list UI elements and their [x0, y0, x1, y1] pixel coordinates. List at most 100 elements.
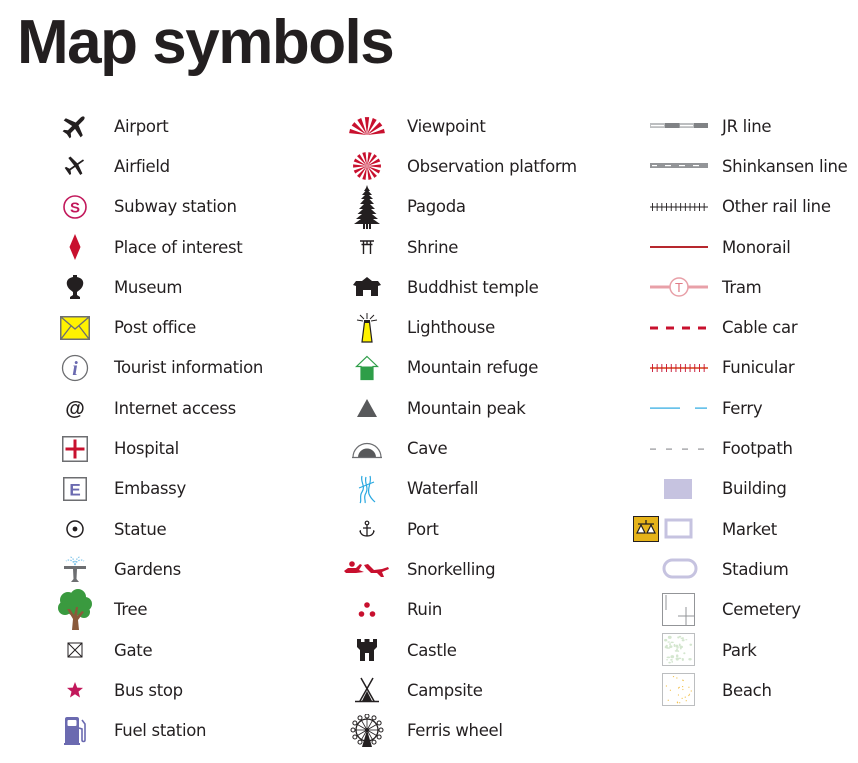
legend-item-ferris-wheel: Ferris wheel: [342, 710, 577, 750]
legend-label: Port: [407, 519, 439, 539]
legend-label: Pagoda: [407, 197, 466, 217]
tree-icon: [50, 588, 100, 630]
legend-item-hospital: Hospital: [50, 428, 263, 468]
legend-item-tourist-information: i Tourist information: [50, 348, 263, 388]
legend-item-waterfall: Waterfall: [342, 469, 577, 509]
legend-label: Beach: [722, 680, 772, 700]
legend-item-lighthouse: Lighthouse: [342, 307, 577, 347]
pagoda-icon: [342, 184, 392, 229]
legend-label: Airport: [114, 116, 169, 136]
internet-access-icon: @: [50, 391, 100, 425]
castle-icon: [342, 633, 392, 667]
legend-item-cable-car: Cable car: [632, 307, 848, 347]
legend-item-park: Park: [632, 630, 848, 670]
monorail-icon: [632, 230, 722, 264]
at-glyph: @: [65, 398, 85, 420]
legend-item-building: Building: [632, 469, 848, 509]
legend-label: Statue: [114, 519, 167, 539]
legend-item-fuel-station: Fuel station: [50, 710, 263, 750]
symbol-column-3: JR line Shinkansen line Other rail line …: [632, 106, 848, 710]
legend-label: Funicular: [722, 358, 795, 378]
legend-item-snorkelling: Snorkelling: [342, 549, 577, 589]
legend-label: Other rail line: [722, 197, 831, 217]
subway-station-icon: S: [50, 190, 100, 224]
legend-item-airport: Airport: [50, 106, 263, 146]
legend-item-market: Market: [632, 509, 848, 549]
legend-item-viewpoint: Viewpoint: [342, 106, 577, 146]
legend-item-ruin: Ruin: [342, 590, 577, 630]
bus-stop-icon: [50, 673, 100, 707]
symbol-column-2: Viewpoint Observation platform Pagoda Sh…: [342, 106, 577, 751]
ruin-icon: [342, 593, 392, 627]
legend-label: Ferry: [722, 398, 763, 418]
tram-icon: T: [632, 270, 722, 304]
legend-item-shrine: Shrine: [342, 227, 577, 267]
legend-label: Mountain peak: [407, 398, 526, 418]
legend-item-beach: Beach: [632, 670, 848, 710]
legend-label: Viewpoint: [407, 116, 486, 136]
footpath-icon: [632, 432, 722, 466]
place-of-interest-icon: [50, 230, 100, 264]
legend-label: Gardens: [114, 559, 181, 579]
viewpoint-icon: [342, 109, 392, 143]
legend-label: Park: [722, 640, 757, 660]
ferris-wheel-icon: [342, 713, 392, 748]
legend-label: Castle: [407, 640, 457, 660]
waterfall-icon: [342, 472, 392, 506]
legend-item-museum: Museum: [50, 267, 263, 307]
park-icon: [632, 633, 722, 667]
legend-item-buddhist-temple: Buddhist temple: [342, 267, 577, 307]
legend-item-statue: Statue: [50, 509, 263, 549]
legend-label: Embassy: [114, 479, 186, 499]
legend-item-mountain-refuge: Mountain refuge: [342, 348, 577, 388]
legend-item-shinkansen-line: Shinkansen line: [632, 146, 848, 186]
legend-label: Shrine: [407, 237, 459, 257]
legend-item-ferry: Ferry: [632, 388, 848, 428]
legend-label: Hospital: [114, 439, 179, 459]
legend-label: Internet access: [114, 398, 236, 418]
mountain-refuge-icon: [342, 351, 392, 385]
legend-label: Buddhist temple: [407, 277, 539, 297]
legend-item-monorail: Monorail: [632, 227, 848, 267]
legend-item-gate: Gate: [50, 630, 263, 670]
legend-label: Bus stop: [114, 680, 183, 700]
legend-item-place-of-interest: Place of interest: [50, 227, 263, 267]
mountain-peak-icon: [342, 391, 392, 425]
legend-item-stadium: Stadium: [632, 549, 848, 589]
legend-item-campsite: Campsite: [342, 670, 577, 710]
snorkelling-icon: [342, 552, 392, 586]
tram-glyph: T: [675, 280, 683, 295]
legend-label: Place of interest: [114, 237, 243, 257]
observation-platform-icon: [342, 149, 392, 183]
legend-item-tram: T Tram: [632, 267, 848, 307]
beach-icon: [632, 673, 722, 707]
legend-label: Ruin: [407, 600, 443, 620]
legend-label: Snorkelling: [407, 559, 496, 579]
legend-label: Tourist information: [114, 358, 264, 378]
embassy-icon: E: [50, 472, 100, 506]
legend-item-other-rail-line: Other rail line: [632, 187, 848, 227]
legend-item-castle: Castle: [342, 630, 577, 670]
post-office-icon: [50, 311, 100, 345]
info-glyph: i: [72, 358, 78, 380]
gardens-icon: [50, 552, 100, 586]
campsite-icon: [342, 673, 392, 707]
port-icon: [342, 512, 392, 546]
legend-label: Tram: [722, 277, 762, 297]
legend-item-internet-access: @ Internet access: [50, 388, 263, 428]
legend-label: Stadium: [722, 559, 789, 579]
legend-label: Waterfall: [407, 479, 479, 499]
cave-icon: [342, 432, 392, 466]
legend-item-tree: Tree: [50, 588, 263, 630]
legend-item-bus-stop: Bus stop: [50, 670, 263, 710]
legend-label: Cable car: [722, 318, 798, 338]
legend-item-mountain-peak: Mountain peak: [342, 388, 577, 428]
legend-label: Building: [722, 479, 787, 499]
ferry-icon: [632, 391, 722, 425]
legend-label: Market: [722, 519, 777, 539]
legend-item-airfield: Airfield: [50, 146, 263, 186]
statue-icon: [50, 512, 100, 546]
airfield-icon: [50, 149, 100, 183]
lighthouse-icon: [342, 311, 392, 345]
legend-label: Lighthouse: [407, 318, 495, 338]
